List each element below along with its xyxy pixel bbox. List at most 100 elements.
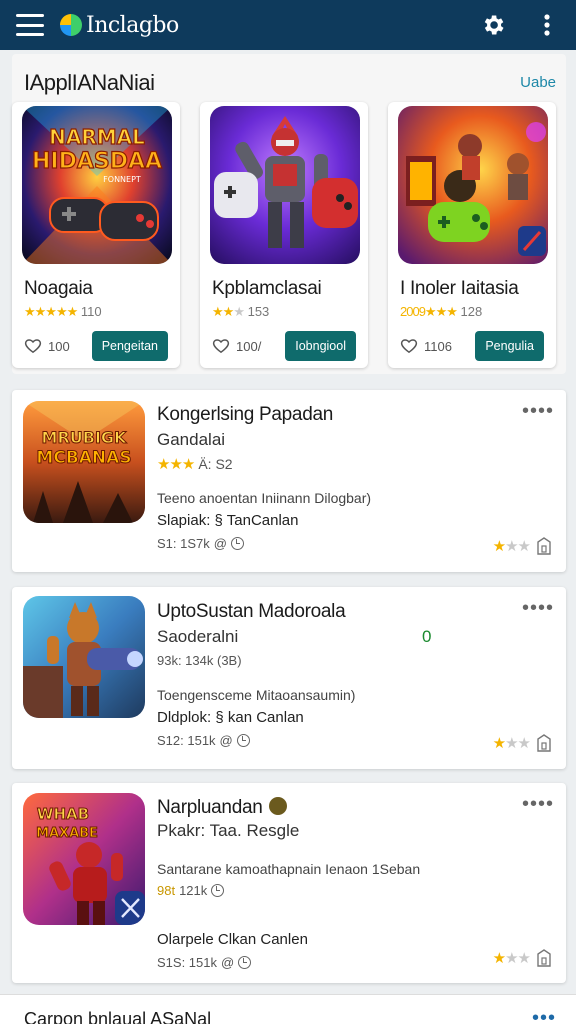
rating-stars-off: ★★	[505, 735, 531, 752]
meta-symbol: @	[213, 536, 227, 551]
rating-count: 153	[247, 304, 270, 319]
game-title: Narpluandan	[157, 797, 287, 819]
gear-icon[interactable]	[480, 12, 506, 38]
user-rating: ★★★	[493, 537, 552, 555]
art-title-line2: MAXABE	[36, 826, 98, 841]
status-indicator: 0	[422, 627, 432, 646]
rating-stars: ★★	[212, 304, 234, 319]
rating-stars: ★★★	[157, 456, 195, 473]
rating-gold: 98t	[157, 883, 176, 898]
section-title: IApplIANaNiai	[24, 70, 155, 95]
art-title-line2: MCBANAS	[36, 448, 131, 468]
list-item-partial[interactable]: Carpon bnlaual ASaNal •••	[0, 994, 576, 1024]
more-vertical-icon[interactable]	[534, 12, 560, 38]
rating-count: 128	[460, 304, 483, 319]
app-bar: Inclagbo	[0, 0, 576, 50]
game-thumbnail: WHAB MAXABE	[23, 793, 145, 925]
game-thumbnail: MRUBIGK MCBANAS	[23, 401, 145, 523]
featured-section: IApplIANaNiai Uabe NARMAL HIDASDAA FONNE…	[12, 54, 566, 374]
rating-count: 110	[80, 304, 102, 319]
game-meta: S1: 1S7k @	[157, 536, 244, 551]
game-title: Carpon bnlaual ASaNal	[24, 1009, 212, 1024]
rating-stars: 2009★★★	[400, 304, 458, 319]
game-developer: Olarpele Clkan Canlen	[157, 931, 308, 948]
game-artwork	[210, 106, 360, 264]
game-meta: S12: 151k @	[157, 733, 250, 748]
clock-icon	[230, 537, 244, 550]
game-rating: ★★★ Ä: S2	[157, 455, 233, 473]
user-rating: ★★★	[493, 734, 552, 752]
game-rating: 93k: 134k (3B)	[157, 653, 242, 668]
art-title-line1: WHAB	[37, 805, 89, 823]
game-name: I Inoler Iaitasia	[400, 278, 519, 299]
see-all-link[interactable]: Uabe	[520, 74, 556, 91]
get-button[interactable]: Pengeitan	[91, 331, 168, 361]
more-options-icon[interactable]: ••••	[522, 598, 554, 618]
bookmark-icon[interactable]	[536, 949, 552, 967]
heart-icon	[212, 339, 230, 354]
meta-symbol: @	[221, 955, 235, 970]
likes-count: 100	[48, 338, 70, 354]
app-logo[interactable]: Inclagbo	[60, 13, 179, 38]
likes-count: 1106	[424, 338, 452, 354]
game-description: Toengensceme Mitaoansaumin)	[157, 687, 356, 703]
game-meta: S1S: 151k @	[157, 955, 252, 970]
game-rating: 98t 121k	[157, 883, 225, 898]
clock-icon	[236, 734, 250, 747]
more-options-icon[interactable]: ••••	[522, 401, 554, 421]
logo-text: Inclagbo	[86, 12, 179, 38]
game-rating: 2009★★★ 128	[400, 304, 482, 320]
game-name: Kpblamclasai	[212, 278, 322, 299]
more-options-icon[interactable]: ••••	[522, 794, 554, 814]
game-thumbnail	[23, 596, 145, 718]
list-item[interactable]: WHAB MAXABE Narpluandan Pkakr: Taa. Resg…	[12, 783, 566, 983]
likes[interactable]: 1106	[400, 338, 452, 354]
clock-icon	[238, 956, 252, 969]
list-item[interactable]: UptoSustan Madoroala Saoderalni 0 93k: 1…	[12, 587, 566, 769]
clock-icon	[211, 884, 225, 897]
rating-stars-off: ★★	[505, 950, 531, 967]
bookmark-icon[interactable]	[536, 734, 552, 752]
user-rating: ★★★	[493, 949, 552, 967]
art-title-line1: NARMAL	[49, 125, 145, 149]
featured-card[interactable]: I Inoler Iaitasia 2009★★★ 128 1106 Pengu…	[388, 102, 556, 368]
game-developer: Slapiak: § TanCanlan	[157, 512, 299, 529]
meta-symbol: @	[219, 733, 233, 748]
download-count: S12: 151k	[157, 733, 216, 748]
menu-icon[interactable]	[16, 14, 44, 36]
likes[interactable]: 100/	[212, 338, 261, 354]
more-options-icon[interactable]: •••	[532, 1007, 556, 1024]
game-title: Kongerlsing Papadan	[157, 404, 333, 425]
rating-stars: ★	[492, 950, 506, 967]
likes[interactable]: 100	[24, 338, 70, 354]
game-title: UptoSustan Madoroala	[157, 601, 346, 622]
game-description: Teeno anoentan Iniinann Dilogbar)	[157, 490, 372, 506]
heart-icon	[24, 339, 42, 354]
rating-stars-off: ★	[233, 304, 245, 319]
game-description: Santarane kamoathapnain Ienaon 1Seban	[157, 861, 421, 877]
bookmark-icon[interactable]	[536, 537, 552, 555]
rating-stars: ★	[492, 538, 506, 555]
art-title-line1: MRUBIGK	[42, 428, 128, 447]
get-button[interactable]: Iobngiool	[285, 331, 356, 361]
likes-count: 100/	[236, 338, 262, 354]
download-count: S1S: 151k	[157, 955, 217, 970]
verified-badge-icon	[268, 797, 287, 815]
game-name: Noagaia	[24, 278, 93, 299]
game-developer: Dldplok: § kan Canlan	[157, 709, 304, 726]
rating-stars: ★★★★★	[24, 304, 78, 319]
rating-count: 121k	[179, 883, 208, 898]
game-subtitle: Pkakr: Taa. Resgle	[157, 821, 300, 840]
game-artwork: NARMAL HIDASDAA FONNEPT	[22, 106, 172, 264]
featured-card[interactable]: Kpblamclasai ★★★ 153 100/ Iobngiool	[200, 102, 368, 368]
game-rating: ★★★★★ 110	[24, 304, 102, 320]
featured-card[interactable]: NARMAL HIDASDAA FONNEPT Noagaia ★★★★★ 11…	[12, 102, 180, 368]
list-item[interactable]: MRUBIGK MCBANAS Kongerlsing Papadan Gand…	[12, 390, 566, 572]
game-artwork	[398, 106, 548, 264]
heart-icon	[400, 339, 418, 354]
game-title-text: Narpluandan	[157, 797, 263, 818]
game-subtitle: Saoderalni	[157, 627, 239, 646]
art-title-line2: HIDASDAA	[32, 149, 162, 174]
get-button[interactable]: Pengulia	[475, 331, 544, 361]
rating-count: Ä: S2	[198, 456, 233, 472]
